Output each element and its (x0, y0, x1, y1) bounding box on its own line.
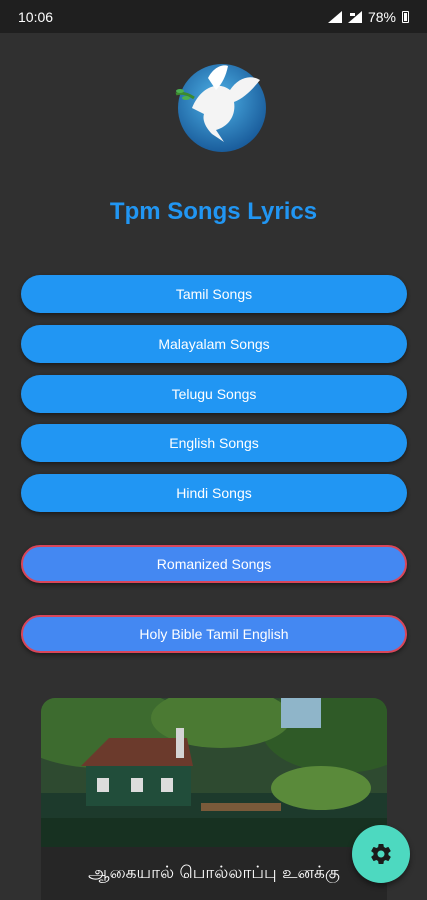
status-bar: 10:06 78% (0, 0, 427, 33)
holy-bible-button[interactable]: Holy Bible Tamil English (21, 615, 407, 653)
telugu-songs-button[interactable]: Telugu Songs (21, 375, 407, 413)
signal-icon (347, 10, 362, 23)
romanized-songs-button[interactable]: Romanized Songs (21, 545, 407, 583)
settings-fab[interactable] (352, 825, 410, 883)
verse-card[interactable]: ஆகையால் பொல்லாப்பு உனக்கு (41, 698, 387, 900)
verse-text: ஆகையால் பொல்லாப்பு உனக்கு (41, 847, 387, 900)
status-indicators: 78% (327, 8, 409, 25)
malayalam-songs-button[interactable]: Malayalam Songs (21, 325, 407, 363)
landscape-image (41, 698, 387, 848)
app-title: Tpm Songs Lyrics (109, 198, 318, 225)
gear-icon (371, 844, 391, 865)
battery-percent: 78% (367, 8, 396, 25)
hindi-songs-button[interactable]: Hindi Songs (21, 474, 407, 512)
signal-icon (327, 10, 342, 23)
battery-icon (402, 10, 409, 23)
status-time: 10:06 (18, 8, 54, 25)
dove-logo (175, 64, 266, 152)
english-songs-button[interactable]: English Songs (21, 424, 407, 462)
tamil-songs-button[interactable]: Tamil Songs (21, 275, 407, 313)
